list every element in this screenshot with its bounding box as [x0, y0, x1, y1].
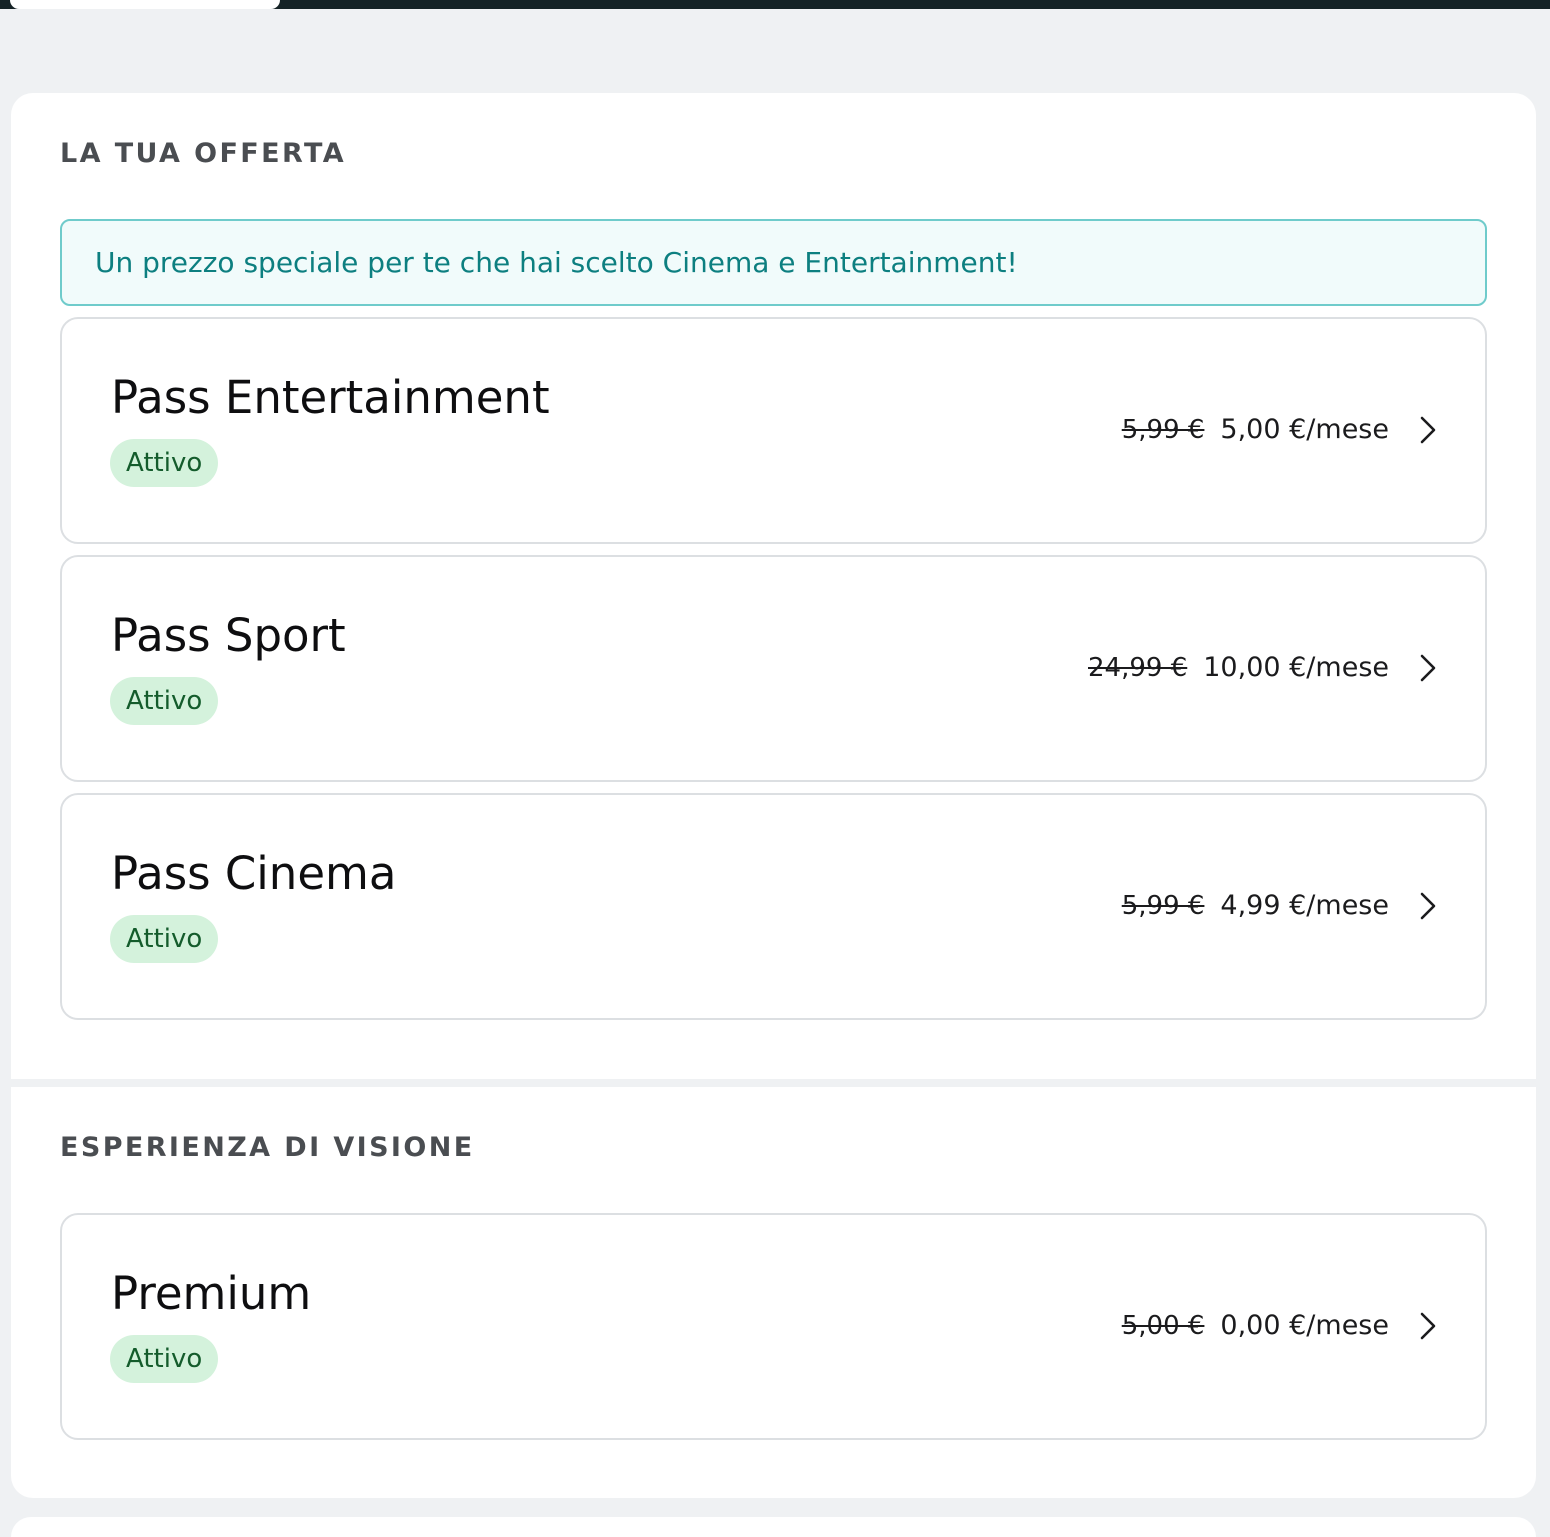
status-badge: Attivo: [110, 677, 219, 725]
old-price: 5,99 €: [1121, 891, 1205, 921]
old-price: 5,99 €: [1121, 415, 1205, 445]
old-price: 24,99 €: [1088, 653, 1188, 683]
vision-card-premium[interactable]: Premium Attivo 5,00 € 0,00 €/mese: [60, 1213, 1487, 1440]
offer-card-name: Pass Entertainment: [111, 371, 550, 424]
price-info: 5,99 € 5,00 €/mese: [1122, 411, 1389, 449]
section-title-offer: LA TUA OFFERTA: [60, 138, 346, 169]
promo-banner: Un prezzo speciale per te che hai scelto…: [60, 219, 1487, 306]
old-price: 5,00 €: [1121, 1311, 1205, 1341]
current-price: 0,00 €/mese: [1220, 1310, 1389, 1341]
chevron-right-icon: [1420, 892, 1436, 920]
offer-card-pass-entertainment[interactable]: Pass Entertainment Attivo 5,99 € 5,00 €/…: [60, 317, 1487, 544]
current-price: 10,00 €/mese: [1203, 652, 1389, 683]
promo-banner-text: Un prezzo speciale per te che hai scelto…: [95, 246, 1018, 279]
offer-card-pass-sport[interactable]: Pass Sport Attivo 24,99 € 10,00 €/mese: [60, 555, 1487, 782]
offer-card-name: Pass Sport: [111, 609, 346, 662]
vision-card-name: Premium: [111, 1267, 312, 1320]
status-badge: Attivo: [110, 439, 219, 487]
chevron-right-icon: [1420, 654, 1436, 682]
price-info: 24,99 € 10,00 €/mese: [1088, 649, 1389, 687]
section-title-vision: ESPERIENZA DI VISIONE: [60, 1132, 475, 1163]
top-tab-indicator: [10, 0, 280, 9]
price-info: 5,00 € 0,00 €/mese: [1122, 1307, 1389, 1345]
status-badge: Attivo: [110, 1335, 219, 1383]
status-badge: Attivo: [110, 915, 219, 963]
offer-section: LA TUA OFFERTA Un prezzo speciale per te…: [11, 93, 1536, 1079]
offer-card-pass-cinema[interactable]: Pass Cinema Attivo 5,99 € 4,99 €/mese: [60, 793, 1487, 1020]
vision-section: ESPERIENZA DI VISIONE Premium Attivo 5,0…: [11, 1087, 1536, 1498]
offer-card-name: Pass Cinema: [111, 847, 397, 900]
price-info: 5,99 € 4,99 €/mese: [1122, 887, 1389, 925]
next-panel-edge: [11, 1517, 1536, 1537]
current-price: 4,99 €/mese: [1220, 890, 1389, 921]
chevron-right-icon: [1420, 416, 1436, 444]
current-price: 5,00 €/mese: [1220, 414, 1389, 445]
chevron-right-icon: [1420, 1312, 1436, 1340]
